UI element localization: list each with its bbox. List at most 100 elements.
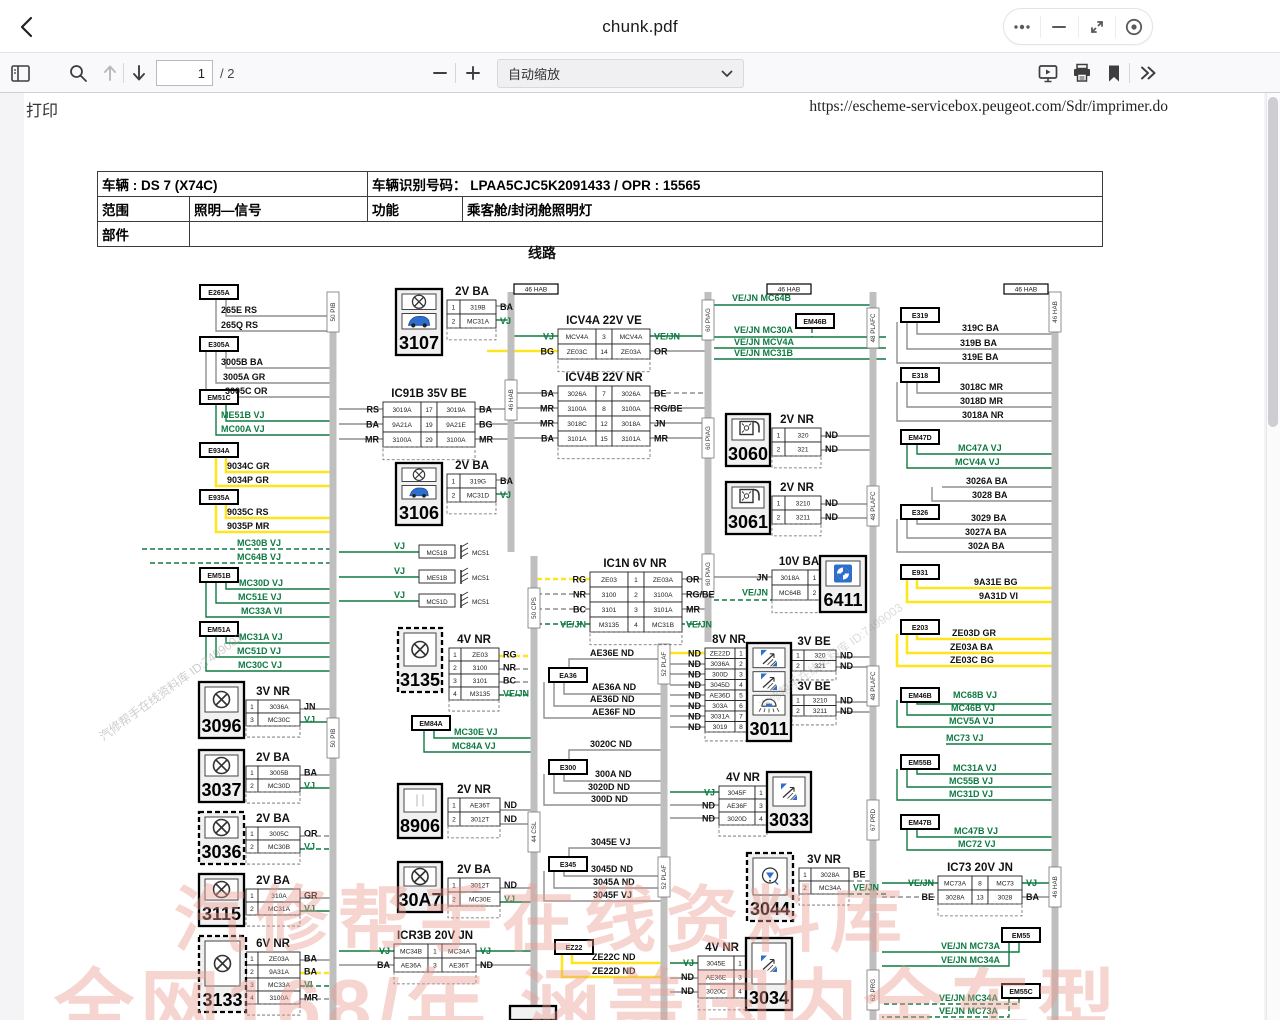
svg-text:3019A: 3019A	[392, 407, 412, 414]
svg-text:EZ22: EZ22	[566, 945, 583, 952]
svg-text:VJ: VJ	[480, 946, 491, 956]
svg-text:MC51B: MC51B	[427, 550, 448, 557]
svg-text:60 PIAG: 60 PIAG	[705, 308, 712, 332]
more-options-icon[interactable]	[1010, 15, 1034, 39]
svg-text:MC34A: MC34A	[448, 948, 471, 955]
svg-text:2V NR: 2V NR	[457, 784, 492, 796]
terminal-box-EM55B: EM55B	[901, 755, 939, 769]
svg-text:E300: E300	[560, 765, 576, 772]
svg-text:ND: ND	[688, 690, 701, 700]
svg-text:MC30B: MC30B	[268, 844, 291, 851]
next-page-button[interactable]	[127, 61, 151, 85]
pin-table: 132023213V BENDND	[792, 636, 853, 680]
svg-text:9A21A: 9A21A	[392, 422, 412, 429]
pin-table: 13012T2MC30E2V BANDVJ	[448, 864, 517, 918]
scrollbar-thumb[interactable]	[1268, 97, 1278, 427]
svg-text:46 HAB: 46 HAB	[508, 389, 515, 411]
svg-text:3026A: 3026A	[567, 391, 587, 398]
vertical-scrollbar[interactable]	[1266, 93, 1280, 1020]
zoom-out-button[interactable]	[428, 61, 452, 85]
terminal-box-E300: E300	[549, 760, 587, 774]
svg-text:2: 2	[452, 896, 456, 903]
svg-text:BA: BA	[1026, 892, 1039, 902]
svg-text:E318: E318	[912, 373, 928, 380]
pin-table: 1310A2MC31A2V BAGRVJ	[246, 875, 318, 926]
terminal-box-EM46B: EM46B	[901, 688, 939, 702]
target-circle-icon[interactable]	[1122, 15, 1146, 39]
wire-label: 319E BA	[962, 352, 999, 362]
svg-text:2: 2	[250, 906, 254, 913]
svg-text:VE/JN: VE/JN	[503, 689, 529, 699]
sidebar-toggle-button[interactable]	[8, 61, 32, 85]
terminal-box-E203: E203	[901, 620, 939, 634]
svg-text:ND: ND	[825, 498, 838, 508]
wire-label: VE/JN MC34A	[941, 955, 1001, 965]
svg-text:BA: BA	[304, 954, 317, 964]
svg-text:ICV4B 22V NR: ICV4B 22V NR	[565, 372, 643, 384]
svg-text:EM55C: EM55C	[1009, 989, 1032, 996]
svg-text:1: 1	[452, 802, 456, 809]
page-count-label: / 2	[220, 66, 234, 81]
svg-text:3060: 3060	[728, 444, 768, 464]
svg-text:BA: BA	[541, 434, 554, 444]
bookmark-button[interactable]	[1102, 61, 1126, 85]
svg-text:3106: 3106	[399, 503, 439, 523]
svg-text:9A21E: 9A21E	[446, 422, 466, 429]
svg-text:2: 2	[739, 661, 743, 668]
svg-text:MR: MR	[686, 605, 700, 615]
zoom-in-button[interactable]	[461, 61, 485, 85]
svg-text:MC51D: MC51D	[426, 599, 448, 606]
svg-text:8: 8	[739, 724, 743, 731]
zoom-mode-value: 自动缩放	[508, 64, 560, 83]
more-tools-button[interactable]	[1136, 61, 1160, 85]
previous-page-button[interactable]	[98, 61, 122, 85]
svg-text:3100A: 3100A	[567, 406, 587, 413]
svg-text:ND: ND	[702, 814, 715, 824]
pin-table: MC34B1MC34AAE36A3AE36TICR3B 20V JNVJBAVJ…	[377, 930, 493, 984]
component-3033: 3033	[767, 772, 811, 832]
resize-window-icon[interactable]	[1085, 15, 1109, 39]
svg-text:67 PRD: 67 PRD	[870, 809, 877, 832]
svg-text:BA: BA	[366, 420, 379, 430]
wire-label: VE/JN MC73A	[939, 1006, 999, 1016]
wire-label: 265Q RS	[221, 320, 258, 330]
svg-text:ND: ND	[688, 711, 701, 721]
svg-text:15: 15	[600, 436, 608, 443]
svg-text:3100A: 3100A	[446, 437, 466, 444]
svg-text:MC33A: MC33A	[268, 982, 291, 989]
svg-text:3210: 3210	[813, 698, 828, 705]
svg-text:EM84A: EM84A	[419, 721, 442, 728]
zoom-mode-select[interactable]: 自动缩放	[497, 59, 744, 88]
pin-table: 3018A1MC64B210V BAJNVE/JN	[742, 556, 821, 613]
presentation-mode-button[interactable]	[1036, 61, 1060, 85]
wire-label: 3026A BA	[966, 476, 1008, 486]
wire-label: VJ	[394, 541, 405, 551]
svg-text:4: 4	[250, 995, 254, 1002]
svg-text:1: 1	[250, 831, 254, 838]
print-button[interactable]	[1070, 61, 1094, 85]
svg-text:6V NR: 6V NR	[256, 938, 291, 950]
svg-text:3045E: 3045E	[706, 960, 726, 967]
wire-label: 3005C OR	[225, 386, 268, 396]
svg-text:MC30D: MC30D	[268, 783, 291, 790]
svg-text:EM46B: EM46B	[803, 319, 826, 326]
search-button[interactable]	[66, 61, 90, 85]
svg-text:4V NR: 4V NR	[726, 772, 761, 784]
minimize-icon[interactable]	[1047, 15, 1071, 39]
svg-text:VJ: VJ	[304, 842, 315, 852]
svg-text:1: 1	[796, 653, 800, 660]
svg-text:3019: 3019	[713, 724, 728, 731]
capsule-divider	[1115, 16, 1116, 38]
wire-label: 3018C MR	[960, 382, 1004, 392]
svg-text:EM47D: EM47D	[908, 435, 931, 442]
svg-text:3133: 3133	[202, 990, 242, 1010]
svg-text:MC73: MC73	[996, 880, 1014, 887]
page-number-input[interactable]	[156, 60, 213, 86]
wire-label: MC47B VJ	[954, 826, 998, 836]
svg-text:OR: OR	[686, 575, 700, 585]
pin-table: 13028A2MC34A3V NRBEVE/JN	[799, 854, 879, 905]
svg-text:9A31A: 9A31A	[269, 969, 289, 976]
wire-label: 9034C GR	[227, 461, 270, 471]
svg-text:44 CSL: 44 CSL	[531, 821, 538, 843]
svg-text:ND: ND	[702, 801, 715, 811]
